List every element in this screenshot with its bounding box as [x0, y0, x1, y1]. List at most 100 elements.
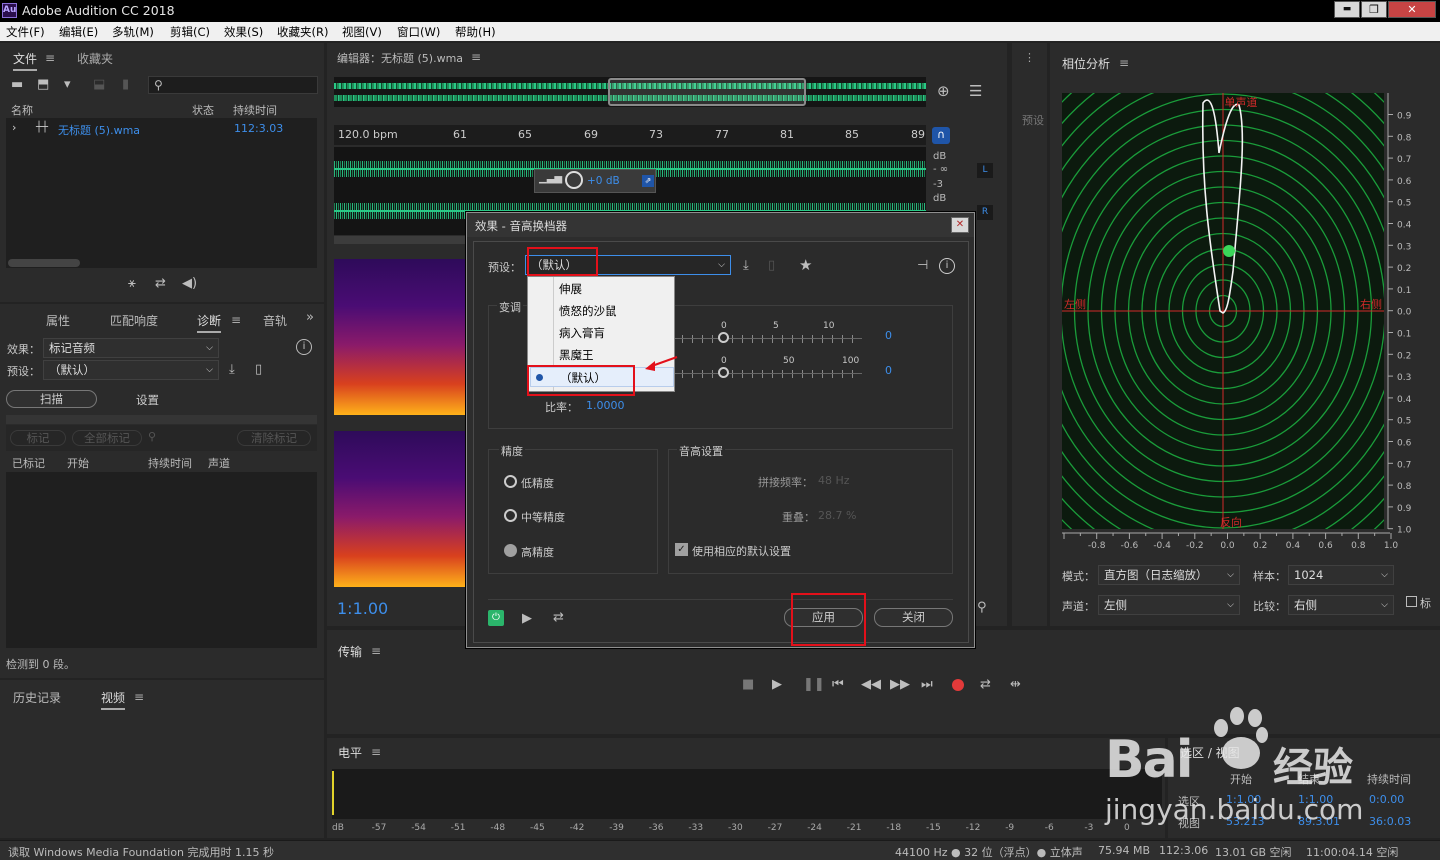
menu-multitrack[interactable]: 多轨(M) — [112, 24, 154, 40]
trash-icon[interactable]: ▯ — [768, 259, 775, 272]
gain-value[interactable]: +0 dB — [587, 175, 620, 187]
menu-file[interactable]: 文件(F) — [6, 24, 45, 40]
menu-favorites[interactable]: 收藏夹(R) — [277, 24, 328, 40]
use-default-checkbox[interactable]: ✓ — [675, 543, 688, 556]
star-icon[interactable]: ★ — [799, 258, 812, 273]
stop-icon[interactable]: ■ — [742, 678, 754, 691]
loop-icon[interactable]: ⇄ — [553, 611, 564, 624]
preset-select[interactable]: （默认） ⌵ — [43, 360, 219, 380]
menu-view[interactable]: 视图(V) — [342, 24, 382, 40]
hud-gain[interactable]: ▁▃▅ +0 dB ⇗ — [534, 169, 656, 193]
tab-match-loudness[interactable]: 匹配响度 — [110, 312, 158, 329]
column-channel[interactable]: 声道 — [208, 455, 230, 471]
column-marked[interactable]: 已标记 — [12, 455, 45, 471]
semitone-track[interactable] — [672, 338, 862, 339]
rewind-icon[interactable]: ◀◀ — [861, 678, 881, 691]
collapse-bar[interactable] — [6, 415, 317, 424]
dropdown-option[interactable]: 愤怒的沙鼠 — [559, 303, 617, 319]
menu-effects[interactable]: 效果(S) — [224, 24, 263, 40]
menu-clip[interactable]: 剪辑(C) — [170, 24, 210, 40]
spectral-display-bottom[interactable] — [334, 431, 469, 587]
scan-button[interactable]: 扫描 — [6, 390, 97, 408]
export-icon[interactable]: ⬓ — [93, 78, 105, 91]
tab-favorites[interactable]: 收藏夹 — [77, 50, 113, 67]
tab-diagnostics[interactable]: 诊断 — [197, 312, 222, 333]
tab-history[interactable]: 历史记录 — [13, 689, 61, 706]
search-input[interactable]: ⚲ — [148, 76, 318, 94]
snap-icon[interactable]: ∩ — [932, 127, 950, 144]
minimize-button[interactable]: ▬ — [1334, 1, 1360, 18]
cents-value[interactable]: 0 — [885, 364, 892, 377]
maximize-button[interactable]: ❐ — [1361, 1, 1387, 18]
column-status[interactable]: 状态 — [192, 102, 214, 118]
skip-end-icon[interactable]: ⏭ — [921, 678, 933, 691]
mark-all-button[interactable]: 全部标记 — [72, 430, 142, 446]
ratio-value[interactable]: 1.0000 — [586, 399, 625, 412]
skip-selection-icon[interactable]: ⇹ — [1010, 678, 1021, 691]
pause-icon[interactable]: ❚❚ — [803, 678, 825, 691]
overflow-icon[interactable]: » — [306, 310, 314, 325]
medium-precision-radio[interactable] — [504, 509, 517, 522]
clear-marks-button[interactable]: 清除标记 — [237, 430, 311, 446]
open-folder-icon[interactable]: ▬ — [11, 78, 23, 91]
horizontal-scrollbar[interactable] — [8, 259, 80, 267]
sample-select[interactable]: 1024 ⌵ — [1288, 565, 1394, 585]
insert-icon[interactable]: ▾ — [64, 78, 71, 91]
close-button[interactable]: ✕ — [1388, 1, 1436, 18]
zoom-icon[interactable]: ⚲ — [148, 430, 156, 443]
skip-start-icon[interactable]: ⏮ — [832, 678, 844, 691]
loop-icon[interactable]: ⇄ — [155, 277, 166, 290]
info-icon[interactable]: i — [296, 339, 312, 355]
panel-menu-icon[interactable]: ≡ — [371, 745, 381, 759]
tab-properties[interactable]: 属性 — [46, 312, 70, 329]
current-time[interactable]: 1:1.00 — [337, 599, 388, 618]
spark-icon[interactable]: ⚹ — [128, 277, 136, 290]
dropdown-option[interactable]: 伸展 — [559, 281, 582, 297]
low-precision-radio[interactable] — [504, 475, 517, 488]
gain-knob[interactable] — [565, 171, 583, 189]
panel-menu-icon[interactable]: ≡ — [45, 51, 55, 65]
fast-forward-icon[interactable]: ▶▶ — [890, 678, 910, 691]
dropdown-option[interactable]: 黑魔王 — [559, 347, 594, 363]
zoom-icon[interactable]: ⚲ — [977, 601, 987, 614]
left-channel-toggle[interactable]: L — [977, 163, 993, 178]
compare-select[interactable]: 右侧 ⌵ — [1288, 595, 1394, 615]
menu-help[interactable]: 帮助(H) — [455, 24, 496, 40]
effect-select[interactable]: 标记音频 ⌵ — [43, 338, 219, 358]
spectral-toggle-icon[interactable]: ☰ — [969, 84, 982, 99]
dialog-title-bar[interactable]: 效果 - 音高换档器 ✕ — [467, 213, 974, 237]
panel-menu-icon[interactable]: ≡ — [471, 50, 481, 64]
dropdown-option[interactable]: 病入膏肓 — [559, 325, 605, 341]
panel-menu-icon[interactable]: ≡ — [371, 644, 381, 658]
timeline-ruler[interactable]: 120.0 bpm 61 65 69 73 77 81 85 89 — [334, 125, 926, 145]
expand-icon[interactable]: › — [12, 121, 16, 134]
dialog-close-button[interactable]: 关闭 — [874, 608, 953, 627]
delete-icon[interactable]: ▮ — [122, 78, 129, 91]
record-icon[interactable] — [952, 679, 964, 691]
file-name[interactable]: 无标题 (5).wma — [58, 122, 140, 138]
autoplay-icon[interactable]: ◀) — [182, 277, 197, 290]
info-icon[interactable]: i — [939, 258, 955, 274]
column-duration[interactable]: 持续时间 — [233, 102, 277, 118]
high-precision-radio[interactable] — [504, 544, 517, 557]
column-name[interactable]: 名称 — [11, 102, 33, 118]
menu-edit[interactable]: 编辑(E) — [59, 24, 98, 40]
dialog-close-icon[interactable]: ✕ — [951, 217, 969, 233]
overview-waveform[interactable] — [334, 77, 926, 107]
cents-slider-thumb[interactable] — [718, 367, 729, 378]
menu-window[interactable]: 窗口(W) — [397, 24, 440, 40]
save-preset-icon[interactable]: ⤓ — [229, 363, 235, 376]
right-channel-toggle[interactable]: R — [977, 205, 993, 220]
zoom-navigator-icon[interactable]: ⊕ — [937, 84, 950, 99]
pin-icon[interactable]: ⇗ — [642, 175, 654, 187]
overview-viewport[interactable] — [608, 78, 806, 106]
tab-video[interactable]: 视频 — [101, 689, 126, 710]
power-icon[interactable]: ⏻ — [488, 610, 504, 626]
panel-menu-icon[interactable]: ⋮ — [1024, 51, 1035, 64]
column-duration[interactable]: 持续时间 — [148, 455, 192, 471]
spectral-display-top[interactable] — [334, 259, 469, 415]
semitone-slider-thumb[interactable] — [718, 332, 729, 343]
preview-play-icon[interactable]: ▶ — [522, 612, 532, 625]
loop-icon[interactable]: ⇄ — [980, 678, 991, 691]
column-start[interactable]: 开始 — [67, 455, 89, 471]
